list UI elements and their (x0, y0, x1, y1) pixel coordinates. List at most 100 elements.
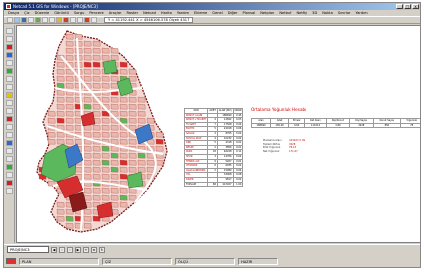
parcel-block[interactable] (83, 173, 92, 180)
menu-item[interactable]: Yardım (177, 11, 189, 15)
parcel-block[interactable] (128, 159, 137, 166)
parcel-block[interactable] (146, 117, 155, 124)
parcel-block[interactable] (92, 47, 101, 54)
point-tool-icon[interactable] (5, 44, 13, 50)
parcel-block[interactable] (92, 159, 101, 166)
parcel-block[interactable] (83, 61, 92, 68)
move-tool-icon[interactable] (5, 84, 13, 90)
parcel-block[interactable] (65, 110, 74, 117)
parcel-block[interactable] (92, 68, 101, 75)
print-icon[interactable] (28, 17, 34, 23)
save-icon[interactable] (21, 17, 27, 23)
parcel-block[interactable] (137, 166, 146, 173)
parcel-block[interactable] (92, 54, 101, 61)
menu-item[interactable]: Pencere (89, 11, 103, 15)
parcel-block[interactable] (83, 159, 92, 166)
parcel-block[interactable] (65, 208, 74, 215)
parcel-block[interactable] (128, 103, 137, 110)
parcel-block[interactable] (110, 75, 119, 82)
parcel-block[interactable] (110, 96, 119, 103)
parcel-block[interactable] (110, 152, 119, 159)
menu-item[interactable]: Dosya (8, 11, 19, 15)
menu-item[interactable]: Araçlar (109, 11, 122, 15)
parcel-block[interactable] (119, 110, 128, 117)
parcel-block[interactable] (101, 82, 110, 89)
parcel-block[interactable] (110, 173, 119, 180)
menu-item[interactable]: Genel (212, 11, 222, 15)
delete-icon[interactable] (63, 17, 69, 23)
parcel-block[interactable] (56, 215, 65, 222)
parcel-block[interactable] (119, 103, 128, 110)
menu-item[interactable]: 3D (312, 11, 317, 15)
parcel-block[interactable] (110, 187, 119, 194)
parcel-block[interactable] (56, 138, 65, 145)
parcel-block[interactable] (137, 159, 146, 166)
parcel-block[interactable] (47, 131, 56, 138)
erase-tool-icon[interactable] (5, 188, 13, 194)
current-color-swatch[interactable] (6, 258, 16, 264)
parcel-block[interactable] (83, 103, 92, 110)
parcel-block[interactable] (83, 54, 92, 61)
parcel-block[interactable] (92, 173, 101, 180)
parcel-block[interactable] (110, 159, 119, 166)
parcel-block[interactable] (92, 61, 101, 68)
parcel-block[interactable] (119, 159, 128, 166)
parcel-block[interactable] (128, 194, 137, 201)
parcel-block[interactable] (65, 82, 74, 89)
last-page-icon[interactable]: ▶ (75, 246, 81, 253)
parcel-block[interactable] (119, 166, 128, 173)
prev-page-icon[interactable]: ‹ (59, 246, 65, 253)
menu-item[interactable]: Ekleme (194, 11, 207, 15)
parcel-block[interactable] (101, 173, 110, 180)
parcel-block[interactable] (101, 124, 110, 131)
parcel-block[interactable] (128, 124, 137, 131)
open-file-icon[interactable] (14, 17, 20, 23)
parcel-block[interactable] (56, 61, 65, 68)
add-layer-icon[interactable]: + (83, 246, 89, 253)
parcel-block[interactable] (83, 47, 92, 54)
parcel-block[interactable] (83, 187, 92, 194)
parcel-block[interactable] (101, 166, 110, 173)
parcel-block[interactable] (56, 201, 65, 208)
trim-tool-icon[interactable] (5, 156, 13, 162)
menu-item[interactable]: Yardım (356, 11, 368, 15)
parcel-block[interactable] (101, 96, 110, 103)
close-button[interactable]: x (412, 4, 419, 9)
drawing-canvas[interactable]: KOD ADET ALAN (M2) ORAN KONUT ALANI 188690 0.… (16, 25, 420, 243)
zoom-out-icon[interactable] (49, 17, 55, 23)
arc-tool-icon[interactable] (5, 60, 13, 66)
parcel-block[interactable] (83, 68, 92, 75)
menu-item[interactable]: Plansal (243, 11, 256, 15)
parcel-block[interactable] (56, 68, 65, 75)
next-page-icon[interactable]: › (67, 246, 73, 253)
parcel-block[interactable] (101, 152, 110, 159)
parcel-block[interactable] (92, 145, 101, 152)
parcel-block[interactable] (56, 82, 65, 89)
parcel-block[interactable] (65, 222, 74, 229)
parcel-block[interactable] (92, 75, 101, 82)
hatch-tool-icon[interactable] (5, 116, 13, 122)
parcel-block[interactable] (47, 138, 56, 145)
parcel-block[interactable] (92, 152, 101, 159)
menu-item[interactable]: Görüntü (54, 11, 69, 15)
park-area[interactable] (102, 59, 118, 75)
parcel-block[interactable] (128, 75, 137, 82)
parcel-block[interactable] (128, 96, 137, 103)
parcel-block[interactable] (146, 159, 155, 166)
text-tool-icon[interactable] (5, 52, 13, 58)
parcel-block[interactable] (128, 68, 137, 75)
parcel-block[interactable] (56, 117, 65, 124)
parcel-block[interactable] (83, 166, 92, 173)
parcel-block[interactable] (110, 166, 119, 173)
parcel-block[interactable] (119, 187, 128, 194)
parcel-block[interactable] (74, 138, 83, 145)
zoom-in-icon[interactable] (42, 17, 48, 23)
parcel-block[interactable] (101, 117, 110, 124)
menu-item[interactable]: Netcad (143, 11, 156, 15)
parcel-block[interactable] (56, 103, 65, 110)
parcel-block[interactable] (83, 96, 92, 103)
layer-selector[interactable]: PROJE/NC3 (7, 246, 49, 253)
parcel-block[interactable] (56, 208, 65, 215)
polyline-tool-icon[interactable] (5, 36, 13, 42)
parcel-block[interactable] (92, 103, 101, 110)
